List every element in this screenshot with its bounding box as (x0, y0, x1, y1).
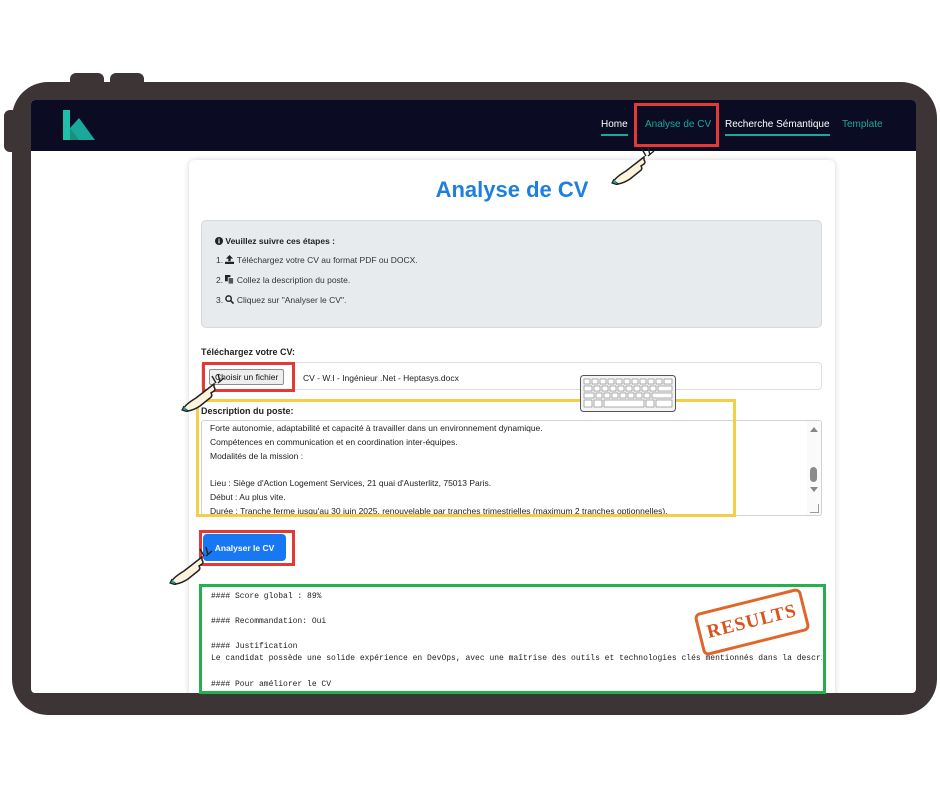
nav-link-analyse-cv[interactable]: Analyse de CV (645, 119, 711, 130)
description-line: Compétences en communication et en coord… (210, 437, 458, 447)
brand-logo-icon[interactable] (61, 108, 97, 142)
nav-link-recherche-semantique[interactable]: Recherche Sémantique (725, 119, 830, 136)
selected-file-name: CV - W.I - Ingénieur .Net - Heptasys.doc… (303, 373, 459, 383)
pointer-hand-icon (169, 546, 213, 585)
pointer-hand-icon (611, 146, 655, 185)
textarea-scrollbar[interactable] (807, 421, 821, 515)
description-line: Début : Au plus vite. (210, 492, 286, 502)
step-2: 2. Collez la description du poste. (216, 275, 350, 285)
step-1-number: 1. (216, 255, 224, 265)
copy-icon (225, 275, 235, 285)
description-line: Modalités de la mission : (210, 451, 304, 461)
pointer-hand-icon (181, 373, 225, 412)
step-3-text: Cliquez sur "Analyser le CV". (236, 295, 347, 305)
result-line: #### Recommandation: Oui (211, 617, 327, 626)
search-icon (225, 295, 235, 305)
step-1-text: Téléchargez votre CV au format PDF ou DO… (236, 255, 418, 265)
step-2-number: 2. (216, 275, 224, 285)
scroll-down-arrow-icon[interactable] (810, 487, 818, 492)
scroll-thumb[interactable] (810, 467, 817, 482)
page-title: Analyse de CV (435, 177, 589, 202)
instructions-heading: Veuillez suivre ces étapes : (215, 236, 335, 246)
analyze-cv-button[interactable]: Analyser le CV (203, 534, 286, 561)
result-line: Le candidat possède une solide expérienc… (211, 654, 822, 663)
step-1: 1. Téléchargez votre CV au format PDF ou… (216, 255, 418, 265)
info-circle-icon (215, 237, 223, 245)
step-3-number: 3. (216, 295, 224, 305)
instructions-heading-text: Veuillez suivre ces étapes : (225, 236, 335, 246)
step-3: 3. Cliquez sur "Analyser le CV". (216, 295, 346, 305)
result-line: #### Score global : 89% (211, 592, 322, 601)
stage: Home Analyse de CV Recherche Sémantique … (0, 0, 940, 788)
description-line: Forte autonomie, adaptabilité et capacit… (210, 423, 543, 433)
instructions-box: Veuillez suivre ces étapes : 1. Téléchar… (201, 220, 822, 328)
scroll-up-arrow-icon[interactable] (810, 427, 818, 432)
nav-link-template[interactable]: Template (842, 119, 883, 130)
job-description-textarea[interactable]: Forte autonomie, adaptabilité et capacit… (201, 420, 822, 516)
upload-label: Téléchargez votre CV: (201, 347, 296, 357)
nav-link-home[interactable]: Home (601, 119, 628, 136)
description-line: Lieu : Siège d'Action Logement Services,… (210, 478, 492, 488)
file-input[interactable]: Choisir un fichier CV - W.I - Ingénieur … (201, 362, 822, 390)
step-2-text: Collez la description du poste. (236, 275, 351, 285)
result-line: #### Justification (211, 642, 298, 651)
keyboard-icon (580, 375, 676, 412)
navbar: Home Analyse de CV Recherche Sémantique … (31, 100, 916, 151)
description-line: Durée : Tranche ferme jusqu'au 30 juin 2… (210, 506, 668, 516)
resize-handle-icon[interactable] (810, 504, 819, 513)
result-line: #### Pour améliorer le CV (211, 680, 332, 689)
upload-icon (225, 255, 235, 264)
